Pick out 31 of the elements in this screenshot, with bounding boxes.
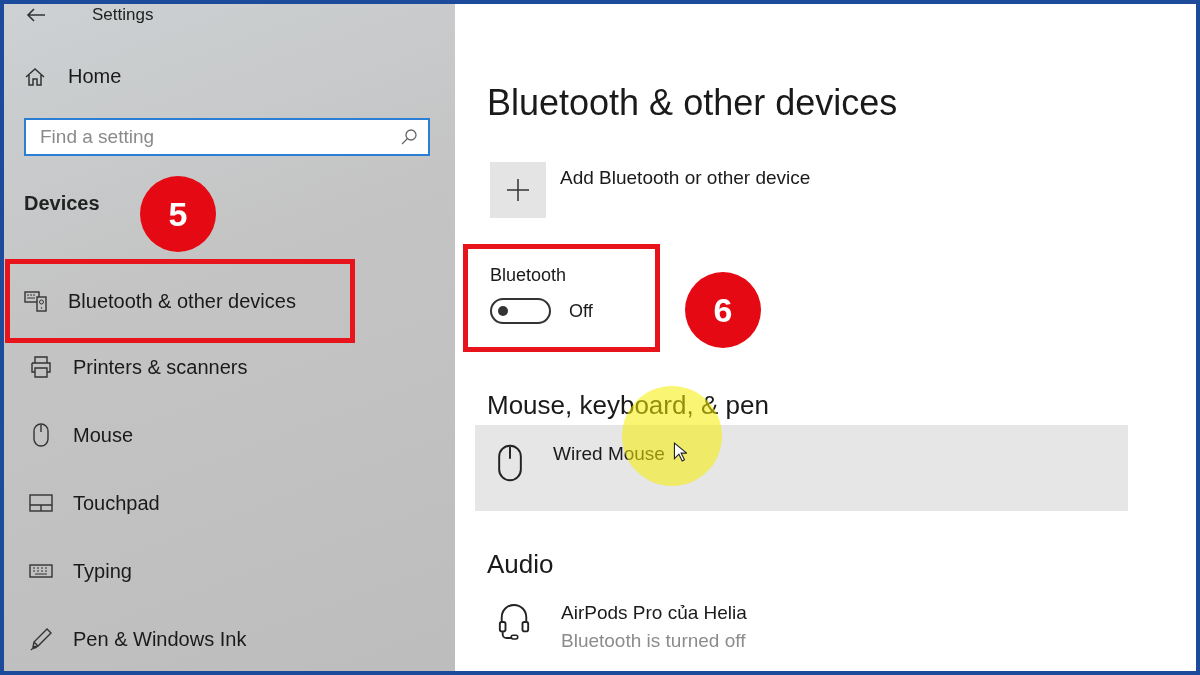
add-device-button[interactable]: [490, 162, 546, 218]
bluetooth-toggle[interactable]: [490, 298, 551, 324]
section-heading: Audio: [487, 549, 555, 580]
plus-icon: [507, 179, 529, 201]
sidebar-item[interactable]: Pen & Windows Ink: [5, 605, 355, 671]
home-link[interactable]: Home: [24, 65, 122, 88]
pen-icon: [29, 627, 53, 651]
device-name: AirPods Pro của Helia: [561, 602, 747, 624]
touchpad-icon: [29, 491, 53, 515]
back-arrow-icon[interactable]: [26, 7, 46, 23]
mouse-icon: [497, 443, 523, 483]
sidebar-item[interactable]: Touchpad: [5, 469, 355, 537]
headset-icon: [497, 602, 531, 640]
section-heading: Devices: [24, 192, 100, 215]
step-number-badge: 6: [685, 272, 761, 348]
cursor-icon: [673, 442, 687, 462]
sidebar-item[interactable]: Typing: [5, 537, 355, 605]
toggle-state: Off: [569, 300, 593, 322]
sidebar-item[interactable]: Bluetooth & other devices: [5, 259, 355, 343]
search-icon: [400, 128, 418, 146]
page-title: Bluetooth & other devices: [487, 82, 899, 124]
device-item[interactable]: AirPods Pro của Helia Bluetooth is turned off: [475, 584, 1128, 670]
window-title: Settings: [92, 5, 154, 25]
sidebar-item[interactable]: Mouse: [5, 401, 355, 469]
search-field[interactable]: Find a setting: [24, 118, 430, 156]
add-device-label[interactable]: Add Bluetooth or other device: [560, 167, 811, 189]
printer-icon: [29, 355, 53, 379]
devices-icon: [24, 289, 48, 313]
home-icon: [24, 65, 46, 88]
device-status: Bluetooth is turned off: [561, 630, 747, 652]
bluetooth-label: Bluetooth: [490, 265, 568, 286]
